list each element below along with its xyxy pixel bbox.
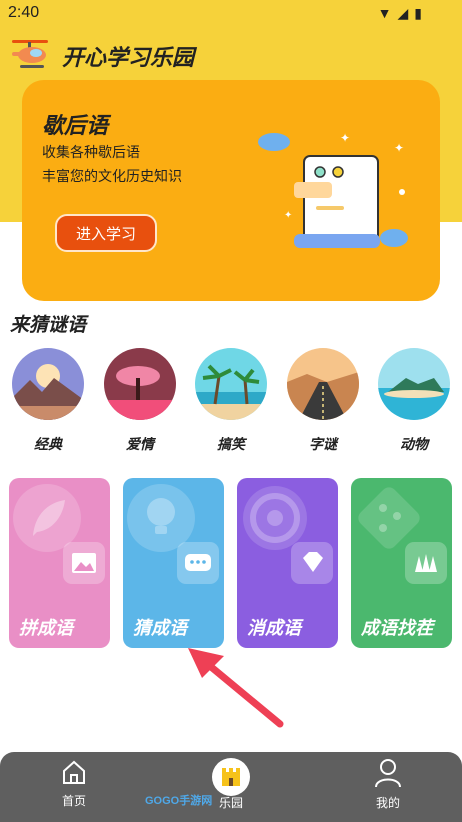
svg-text:✦: ✦ bbox=[284, 210, 292, 221]
game-card-chengyu-zhaocha[interactable]: 成语找茬 bbox=[351, 478, 452, 648]
battery-icon: ▮ bbox=[414, 5, 428, 21]
game-label: 消成语 bbox=[247, 618, 301, 639]
beach-palm-icon bbox=[195, 348, 267, 420]
nav-home-label: 首页 bbox=[61, 794, 86, 808]
gem-icon bbox=[291, 542, 333, 584]
category-label: 字谜 bbox=[309, 437, 337, 453]
game-label: 猜成语 bbox=[133, 618, 187, 639]
game-label: 拼成语 bbox=[19, 618, 73, 639]
category-label: 搞笑 bbox=[217, 437, 245, 453]
enter-study-button[interactable]: 进入学习 bbox=[55, 214, 157, 252]
chat-icon bbox=[177, 542, 219, 584]
document-illustration-icon: ✦ ✦ ✦ bbox=[258, 131, 408, 248]
pink-tree-icon bbox=[104, 348, 176, 420]
category-word-riddle[interactable]: 字谜 bbox=[286, 348, 360, 454]
wifi-icon: ▼ bbox=[377, 5, 398, 21]
game-card-xiao-chengyu[interactable]: 消成语 bbox=[237, 478, 338, 648]
status-bar: 2:40 ▼◢▮ bbox=[0, 0, 462, 26]
signal-icon: ◢ bbox=[397, 5, 415, 21]
riddles-section-title: 来猜谜语 bbox=[10, 314, 87, 336]
category-animal[interactable]: 动物 bbox=[377, 348, 451, 454]
center-park-button[interactable] bbox=[212, 758, 250, 796]
watermark: GOGO手游网 bbox=[145, 795, 213, 807]
category-label: 动物 bbox=[400, 437, 428, 453]
banner-title: 歇后语 bbox=[42, 114, 109, 139]
svg-text:✦: ✦ bbox=[340, 131, 350, 145]
pointer-arrow-icon bbox=[188, 648, 284, 728]
nav-home[interactable]: 首页 bbox=[34, 758, 114, 809]
castle-icon bbox=[222, 768, 240, 786]
helicopter-logo-icon bbox=[12, 40, 48, 68]
category-label: 经典 bbox=[34, 437, 62, 453]
svg-text:✦: ✦ bbox=[394, 141, 404, 155]
desert-road-icon bbox=[287, 348, 359, 420]
user-icon bbox=[375, 759, 401, 788]
category-classic[interactable]: 经典 bbox=[11, 348, 85, 454]
status-time: 2:40 bbox=[8, 4, 40, 21]
app-title: 开心学习乐园 bbox=[62, 46, 195, 71]
category-funny[interactable]: 搞笑 bbox=[194, 348, 268, 454]
nav-mine[interactable]: 我的 bbox=[348, 758, 428, 811]
nav-mine-label: 我的 bbox=[375, 796, 400, 810]
category-love[interactable]: 爱情 bbox=[103, 348, 177, 454]
image-icon bbox=[63, 542, 105, 584]
game-card-pin-chengyu[interactable]: 拼成语 bbox=[9, 478, 110, 648]
banner-subtitle-1: 收集各种歇后语 bbox=[42, 145, 140, 161]
island-icon bbox=[378, 348, 450, 420]
game-label: 成语找茬 bbox=[361, 618, 433, 639]
forest-icon bbox=[405, 542, 447, 584]
xiehouyu-banner[interactable]: 歇后语 收集各种歇后语 丰富您的文化历史知识 进入学习 ✦ ✦ ✦ bbox=[22, 80, 440, 301]
category-label: 爱情 bbox=[126, 437, 154, 453]
game-card-cai-chengyu[interactable]: 猜成语 bbox=[123, 478, 224, 648]
mountain-sunset-icon bbox=[12, 348, 84, 420]
banner-subtitle-2: 丰富您的文化历史知识 bbox=[42, 169, 182, 185]
home-icon bbox=[63, 760, 85, 784]
status-icons: ▼◢▮ bbox=[378, 5, 428, 22]
